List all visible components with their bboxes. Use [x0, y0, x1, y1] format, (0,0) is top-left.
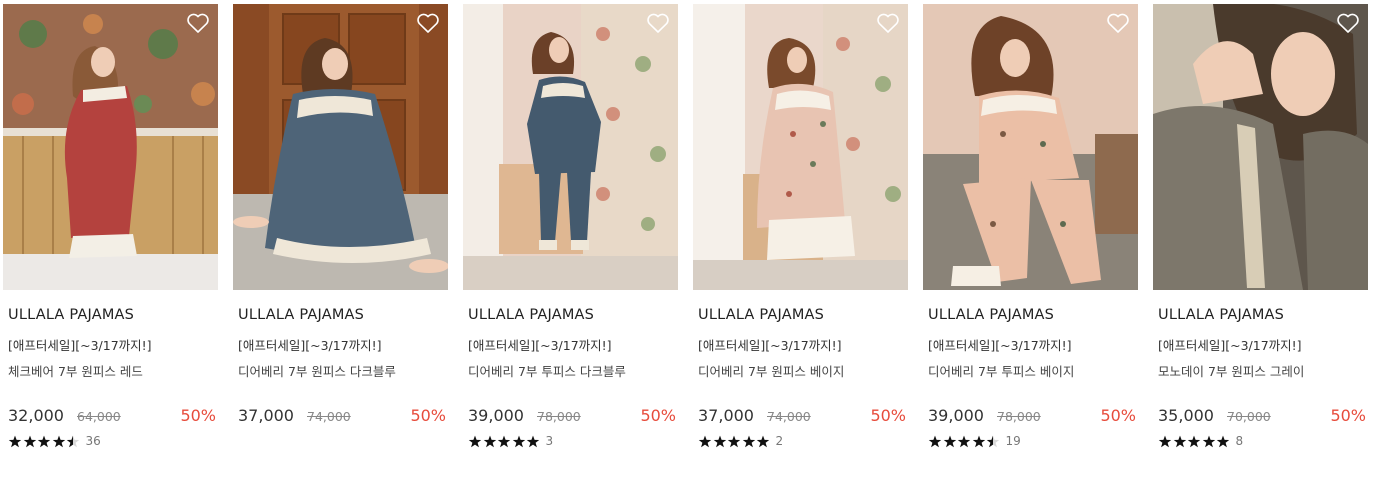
brand-name[interactable]: ULLALA PAJAMAS: [1158, 307, 1284, 323]
star-icon: [468, 435, 482, 447]
product-card[interactable]: ULLALA PAJAMAS [애프터세일][~3/17까지!] 체크베어 7부…: [3, 4, 218, 474]
product-name[interactable]: 디어베리 7부 원피스 베이지: [698, 361, 844, 380]
heart-icon[interactable]: [1336, 12, 1360, 34]
product-name[interactable]: 디어베리 7부 투피스 베이지: [928, 361, 1074, 380]
star-icon: [52, 435, 65, 447]
heart-icon[interactable]: [186, 12, 210, 34]
star-icon: [698, 435, 712, 447]
heart-icon[interactable]: [1106, 12, 1130, 34]
product-image[interactable]: [463, 4, 678, 290]
product-card[interactable]: ULLALA PAJAMAS [애프터세일][~3/17까지!] 모노데이 7부…: [1153, 4, 1368, 474]
review-count: 19: [1005, 434, 1021, 448]
heart-icon[interactable]: [876, 12, 900, 34]
star-icon: [526, 435, 540, 447]
review-count: 2: [775, 434, 784, 448]
rating-stars: 36: [8, 434, 101, 448]
rating-stars: 19: [928, 434, 1021, 448]
product-name[interactable]: 모노데이 7부 원피스 그레이: [1158, 361, 1304, 380]
product-card[interactable]: ULLALA PAJAMAS [애프터세일][~3/17까지!] 디어베리 7부…: [233, 4, 448, 474]
star-icon: [756, 435, 770, 447]
sale-price: 37,000: [698, 406, 754, 425]
product-name[interactable]: 디어베리 7부 투피스 다크블루: [468, 361, 626, 380]
star-icon: [928, 435, 942, 447]
brand-name[interactable]: ULLALA PAJAMAS: [8, 307, 134, 323]
original-price: 78,000: [997, 409, 1041, 424]
star-icon: [23, 435, 36, 447]
star-icon: [986, 435, 1000, 447]
sale-price: 35,000: [1158, 406, 1214, 425]
star-icon: [1216, 435, 1230, 447]
brand-name[interactable]: ULLALA PAJAMAS: [698, 307, 824, 323]
promo-text[interactable]: [애프터세일][~3/17까지!]: [1158, 335, 1302, 354]
star-icon: [8, 435, 22, 447]
star-icon: [497, 435, 511, 447]
product-card[interactable]: ULLALA PAJAMAS [애프터세일][~3/17까지!] 디어베리 7부…: [463, 4, 678, 474]
rating-stars: 8: [1158, 434, 1243, 448]
discount-rate: 50%: [1330, 406, 1366, 425]
rating-stars: 3: [468, 434, 553, 448]
discount-rate: 50%: [870, 406, 906, 425]
star-icon: [972, 435, 985, 447]
review-count: 36: [85, 434, 101, 448]
promo-text[interactable]: [애프터세일][~3/17까지!]: [928, 335, 1072, 354]
star-icon: [512, 435, 525, 447]
promo-text[interactable]: [애프터세일][~3/17까지!]: [698, 335, 842, 354]
brand-name[interactable]: ULLALA PAJAMAS: [928, 307, 1054, 323]
star-icon: [943, 435, 956, 447]
star-icon: [483, 435, 496, 447]
heart-icon[interactable]: [416, 12, 440, 34]
sale-price: 37,000: [238, 406, 294, 425]
sale-price: 32,000: [8, 406, 64, 425]
star-icon: [713, 435, 726, 447]
review-count: 3: [545, 434, 554, 448]
star-icon: [957, 435, 971, 447]
product-image[interactable]: [693, 4, 908, 290]
product-name[interactable]: 디어베리 7부 원피스 다크블루: [238, 361, 396, 380]
product-grid: ULLALA PAJAMAS [애프터세일][~3/17까지!] 체크베어 7부…: [0, 0, 1377, 481]
product-image[interactable]: [3, 4, 218, 290]
product-image[interactable]: [1153, 4, 1368, 290]
promo-text[interactable]: [애프터세일][~3/17까지!]: [468, 335, 612, 354]
star-icon: [727, 435, 741, 447]
sale-price: 39,000: [928, 406, 984, 425]
product-card[interactable]: ULLALA PAJAMAS [애프터세일][~3/17까지!] 디어베리 7부…: [693, 4, 908, 474]
promo-text[interactable]: [애프터세일][~3/17까지!]: [238, 335, 382, 354]
star-icon: [37, 435, 51, 447]
rating-stars: 2: [698, 434, 783, 448]
product-name[interactable]: 체크베어 7부 원피스 레드: [8, 361, 143, 380]
product-card[interactable]: ULLALA PAJAMAS [애프터세일][~3/17까지!] 디어베리 7부…: [923, 4, 1138, 474]
discount-rate: 50%: [1100, 406, 1136, 425]
star-icon: [1187, 435, 1201, 447]
star-icon: [1173, 435, 1186, 447]
product-image[interactable]: [923, 4, 1138, 290]
star-icon: [1158, 435, 1172, 447]
brand-name[interactable]: ULLALA PAJAMAS: [468, 307, 594, 323]
product-image[interactable]: [233, 4, 448, 290]
star-icon: [66, 435, 80, 447]
heart-icon[interactable]: [646, 12, 670, 34]
review-count: 8: [1235, 434, 1244, 448]
discount-rate: 50%: [410, 406, 446, 425]
original-price: 70,000: [1227, 409, 1271, 424]
original-price: 74,000: [307, 409, 351, 424]
discount-rate: 50%: [180, 406, 216, 425]
original-price: 64,000: [77, 409, 121, 424]
star-icon: [1202, 435, 1215, 447]
promo-text[interactable]: [애프터세일][~3/17까지!]: [8, 335, 152, 354]
original-price: 74,000: [767, 409, 811, 424]
sale-price: 39,000: [468, 406, 524, 425]
brand-name[interactable]: ULLALA PAJAMAS: [238, 307, 364, 323]
original-price: 78,000: [537, 409, 581, 424]
discount-rate: 50%: [640, 406, 676, 425]
star-icon: [742, 435, 755, 447]
